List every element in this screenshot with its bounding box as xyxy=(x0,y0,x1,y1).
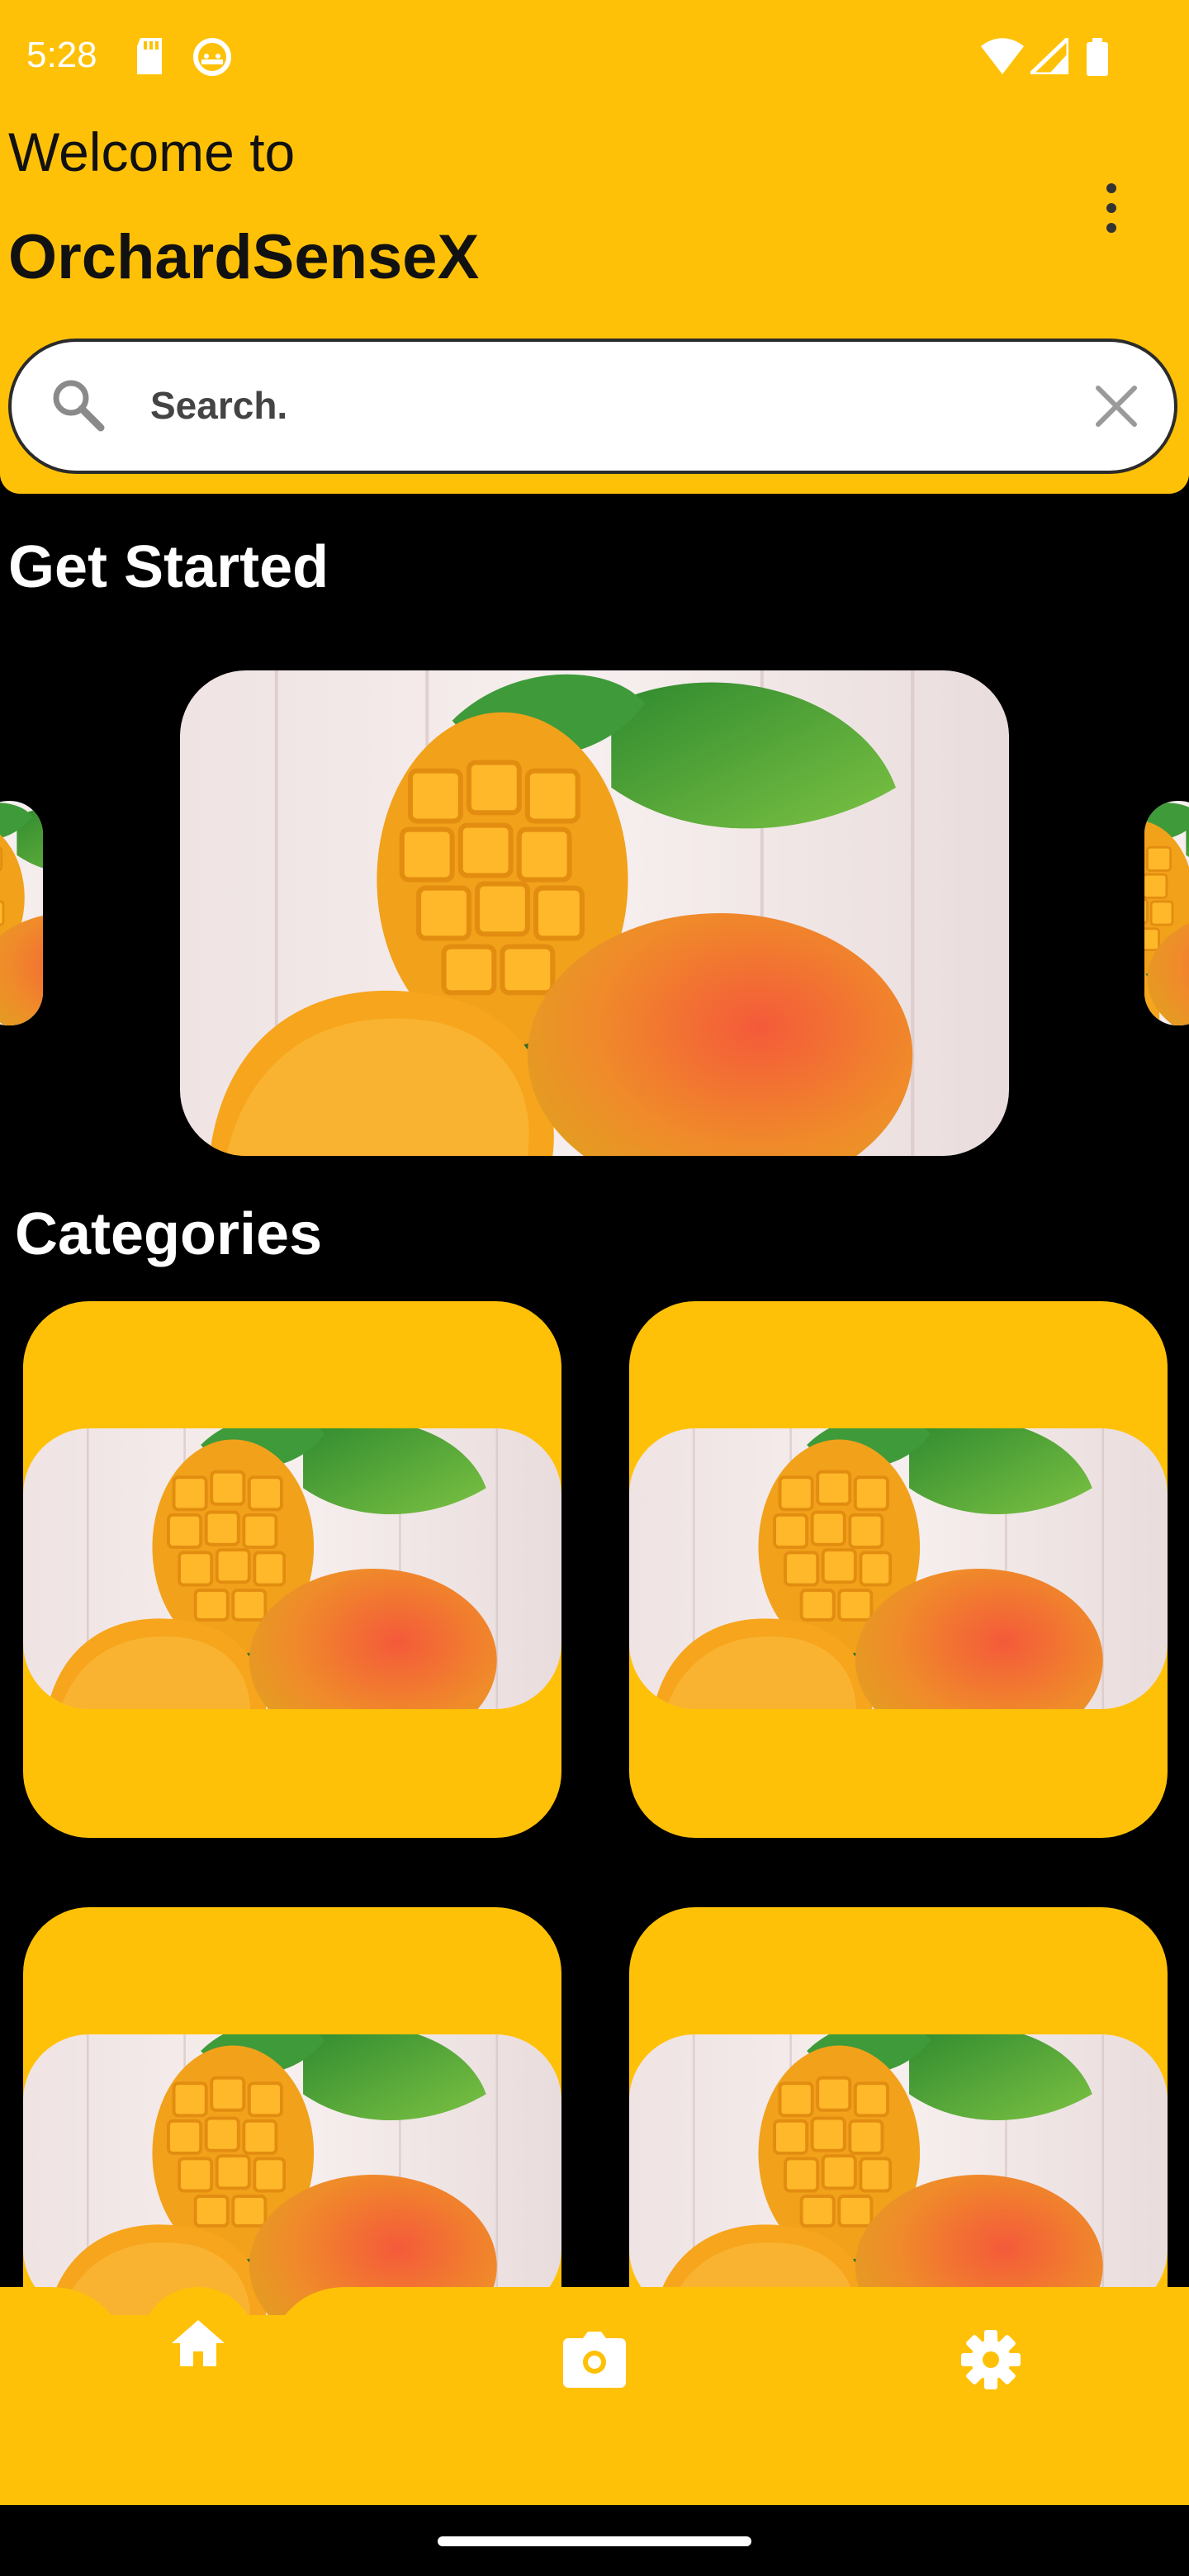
close-icon[interactable] xyxy=(1093,383,1139,433)
home-icon xyxy=(170,2317,226,2374)
mango-image xyxy=(629,2034,1168,2315)
search-input[interactable]: Search. xyxy=(150,383,287,428)
carousel-slide-prev[interactable] xyxy=(0,801,43,1025)
more-vert-icon[interactable] xyxy=(1092,183,1131,241)
get-started-title: Get Started xyxy=(8,534,329,600)
category-card[interactable] xyxy=(629,1301,1168,1838)
android-debug-icon xyxy=(193,38,231,80)
sd-card-icon xyxy=(134,38,165,78)
mango-image xyxy=(629,1428,1168,1709)
carousel-slide-next[interactable] xyxy=(1144,801,1189,1025)
status-time: 5:28 xyxy=(26,35,97,75)
mango-image xyxy=(23,2034,561,2315)
welcome-text: Welcome to xyxy=(8,121,296,182)
wifi-icon xyxy=(981,38,1024,78)
gesture-handle[interactable] xyxy=(438,2536,751,2546)
camera-icon xyxy=(563,2332,626,2392)
settings-icon xyxy=(961,2330,1021,2394)
signal-icon xyxy=(1025,33,1071,78)
nav-settings-button[interactable] xyxy=(961,2330,1021,2394)
categories-title: Categories xyxy=(15,1201,323,1267)
category-card[interactable] xyxy=(23,1301,561,1838)
search-icon xyxy=(48,375,107,438)
mango-image xyxy=(23,1428,561,1709)
nav-camera-button[interactable] xyxy=(563,2332,626,2392)
battery-icon xyxy=(1087,38,1108,80)
nav-home-button[interactable] xyxy=(140,2287,256,2403)
app-title: OrchardSenseX xyxy=(8,222,480,292)
carousel-slide-current[interactable] xyxy=(180,670,1009,1156)
search-bar[interactable]: Search. xyxy=(8,339,1177,474)
